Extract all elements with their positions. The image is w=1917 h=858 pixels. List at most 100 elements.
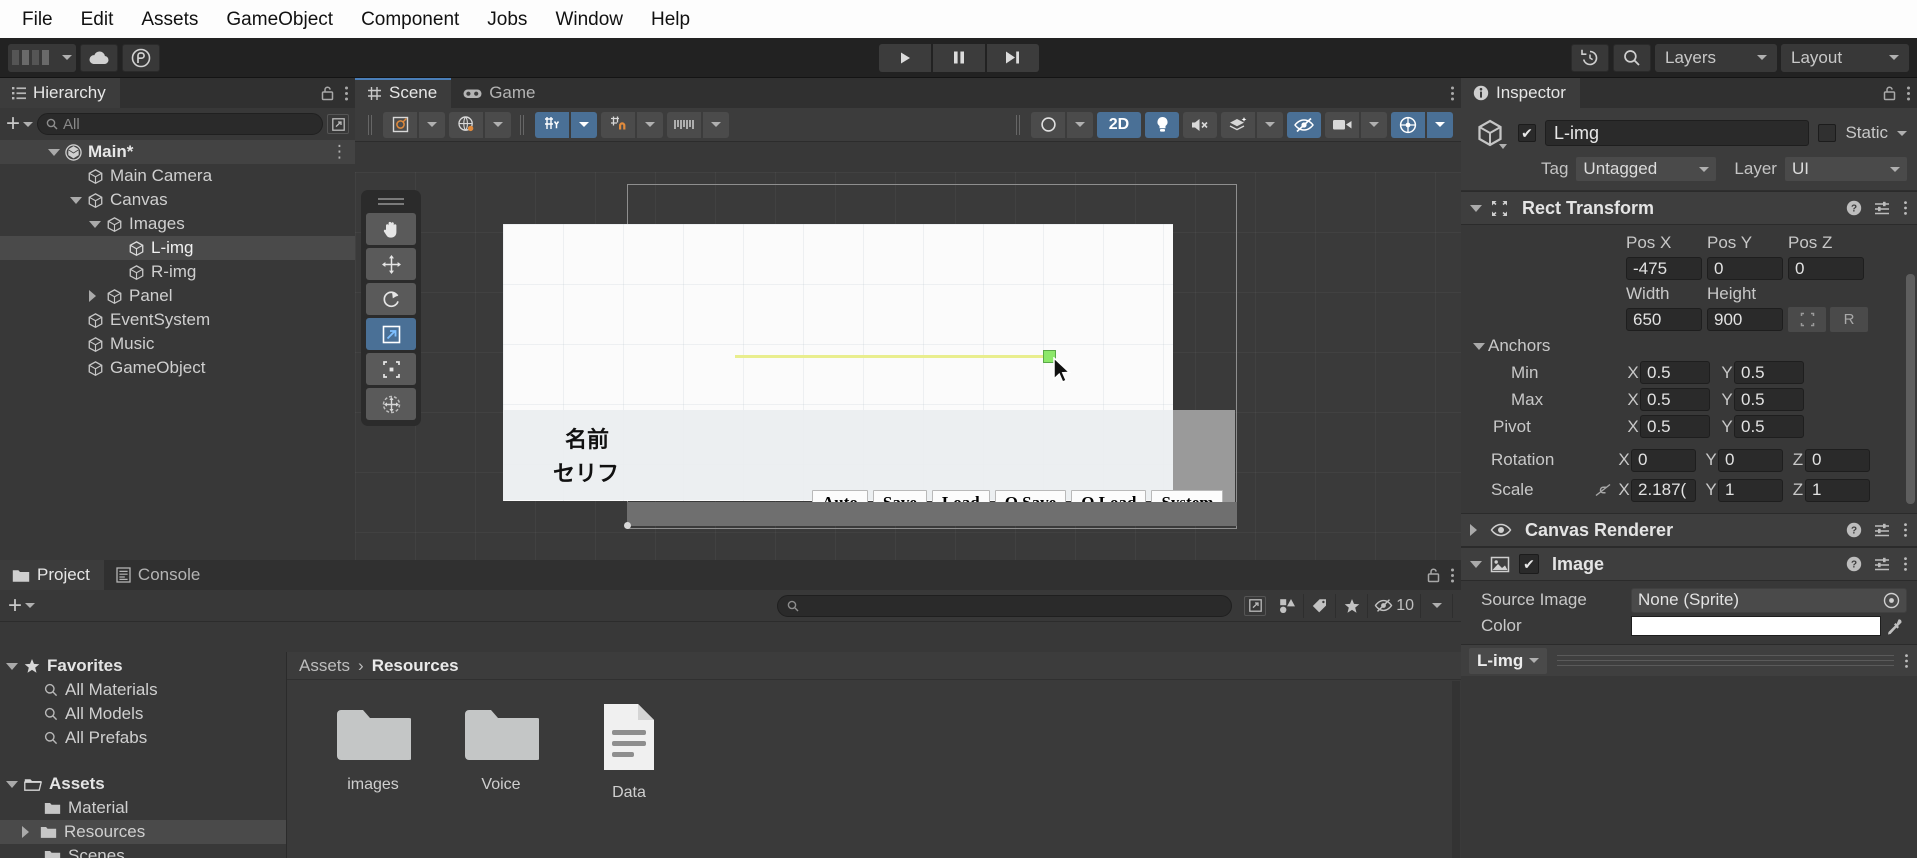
preset-icon[interactable]	[1874, 200, 1891, 216]
kebab-menu-icon[interactable]	[1904, 653, 1909, 669]
lock-icon[interactable]	[1426, 567, 1441, 583]
project-item-favorites[interactable]: Favorites	[0, 654, 286, 678]
kebab-menu-icon[interactable]	[1906, 85, 1911, 102]
transform-tool-button[interactable]	[366, 388, 416, 420]
account-button[interactable]	[8, 43, 76, 72]
help-icon[interactable]: ?	[1846, 522, 1862, 538]
raw-edit-button[interactable]: R	[1830, 307, 1868, 332]
hierarchy-item-eventsystem[interactable]: EventSystem	[0, 308, 355, 332]
width-input[interactable]: 650	[1626, 308, 1702, 331]
rotation-x-input[interactable]: 0	[1631, 448, 1696, 472]
kebab-menu-icon[interactable]	[344, 85, 349, 102]
layer-dropdown[interactable]: UI	[1784, 157, 1907, 181]
move-tool-button[interactable]	[366, 248, 416, 280]
project-scrollbar[interactable]	[1452, 681, 1460, 858]
menu-item-file[interactable]: File	[8, 7, 67, 32]
scene-lights-toggle[interactable]	[1145, 111, 1179, 138]
hierarchy-add-button[interactable]: +	[6, 112, 34, 136]
draw-mode-dropdown[interactable]	[419, 111, 445, 138]
rotate-tool-button[interactable]	[366, 283, 416, 315]
component-header-canvas-renderer[interactable]: Canvas Renderer ?	[1461, 513, 1917, 547]
tab-game[interactable]: Game	[451, 78, 549, 108]
lock-icon[interactable]	[320, 85, 335, 101]
source-image-field[interactable]: None (Sprite)	[1631, 587, 1907, 613]
favorites-filter-button[interactable]	[1336, 593, 1369, 618]
hidden-count-button[interactable]: 10	[1368, 593, 1421, 618]
kebab-menu-icon[interactable]	[1450, 567, 1455, 584]
tag-dropdown[interactable]: Untagged	[1576, 157, 1717, 181]
gameobject-cube-icon[interactable]	[1471, 116, 1509, 150]
menu-item-jobs[interactable]: Jobs	[473, 7, 541, 32]
object-picker-icon[interactable]	[1883, 592, 1900, 609]
asset-item-images[interactable]: images	[317, 702, 429, 802]
chevron-right-icon[interactable]	[1470, 524, 1482, 536]
hierarchy-item-main-camera[interactable]: Main Camera	[0, 164, 355, 188]
inspector-scrollbar-thumb[interactable]	[1906, 274, 1915, 504]
pos-x-input[interactable]: -475	[1626, 257, 1702, 280]
scene-camera-dropdown[interactable]	[1361, 111, 1387, 138]
menu-item-help[interactable]: Help	[637, 7, 704, 32]
play-button[interactable]	[878, 43, 931, 72]
tab-console[interactable]: Console	[104, 560, 214, 590]
pivot-y-input[interactable]: 0.5	[1734, 415, 1804, 438]
hierarchy-item-main[interactable]: Main* ⋮	[0, 140, 355, 164]
inspector-scrollbar[interactable]	[1906, 144, 1915, 606]
material-dropdown[interactable]: L-img	[1469, 647, 1548, 674]
layout-dropdown[interactable]: Layout	[1781, 43, 1909, 72]
preset-icon[interactable]	[1874, 556, 1891, 572]
chevron-down-icon[interactable]	[1897, 130, 1907, 136]
tab-scene[interactable]: Scene	[355, 78, 452, 108]
menu-item-component[interactable]: Component	[347, 7, 473, 32]
scale-y-input[interactable]: 1	[1718, 478, 1783, 502]
chevron-right-icon[interactable]	[22, 826, 34, 838]
hierarchy-item-gameobject[interactable]: GameObject	[0, 356, 355, 380]
scene-audio-toggle[interactable]	[1183, 111, 1217, 138]
scene-ruler-button[interactable]	[667, 111, 701, 138]
hierarchy-item-canvas[interactable]: Canvas	[0, 188, 355, 212]
tab-project[interactable]: Project	[0, 560, 104, 590]
chevron-down-icon[interactable]	[6, 662, 18, 670]
kebab-menu-icon[interactable]: ⋮	[331, 142, 349, 162]
chevron-down-icon[interactable]	[89, 220, 101, 228]
scene-ruler-dropdown[interactable]	[703, 111, 729, 138]
package-manager-button[interactable]	[122, 43, 160, 72]
tab-hierarchy[interactable]: Hierarchy	[0, 78, 120, 108]
draw-mode-button[interactable]	[383, 111, 417, 138]
search-button[interactable]	[1613, 43, 1651, 72]
grid-snap-dropdown[interactable]	[571, 111, 597, 138]
label-filter-button[interactable]	[1304, 593, 1337, 618]
pause-button[interactable]	[932, 43, 985, 72]
object-name-input[interactable]: L-img	[1545, 120, 1810, 146]
toolbar-grip[interactable]	[368, 114, 374, 135]
toggle-2d-button[interactable]: 2D	[1097, 111, 1141, 138]
project-item-scenes[interactable]: Scenes	[0, 844, 286, 858]
chevron-right-icon[interactable]	[89, 290, 101, 302]
object-active-checkbox[interactable]: ✔	[1518, 124, 1536, 142]
preset-icon[interactable]	[1874, 522, 1891, 538]
chevron-down-icon[interactable]	[70, 196, 82, 204]
snap-increment-button[interactable]	[601, 111, 635, 138]
hierarchy-item-music[interactable]: Music	[0, 332, 355, 356]
grid-snap-button[interactable]	[535, 111, 569, 138]
project-item-material[interactable]: Material	[0, 796, 286, 820]
project-layout-dropdown[interactable]	[1421, 593, 1453, 618]
tab-inspector[interactable]: Inspector	[1461, 78, 1580, 108]
project-item-resources[interactable]: Resources	[0, 820, 286, 844]
scene-camera-button[interactable]	[1325, 111, 1359, 138]
eyedropper-icon[interactable]	[1881, 618, 1907, 635]
scene-view-gizmo-button[interactable]	[1391, 111, 1425, 138]
blueprint-mode-button[interactable]	[1788, 307, 1826, 332]
help-icon[interactable]: ?	[1846, 200, 1862, 216]
hierarchy-item-images[interactable]: Images	[0, 212, 355, 236]
chevron-down-icon[interactable]	[6, 780, 18, 788]
project-item-all-models[interactable]: All Models	[0, 702, 286, 726]
packages-filter-button[interactable]	[1272, 593, 1305, 618]
anchor-max-y-input[interactable]: 0.5	[1734, 388, 1804, 411]
breadcrumb-assets[interactable]: Assets	[299, 656, 350, 676]
anchor-max-x-input[interactable]: 0.5	[1640, 388, 1710, 411]
project-expand-button[interactable]	[1244, 595, 1267, 616]
snap-increment-dropdown[interactable]	[637, 111, 663, 138]
project-item-all-prefabs[interactable]: All Prefabs	[0, 726, 286, 750]
scene-fx-button[interactable]	[1221, 111, 1255, 138]
project-item-all-materials[interactable]: All Materials	[0, 678, 286, 702]
